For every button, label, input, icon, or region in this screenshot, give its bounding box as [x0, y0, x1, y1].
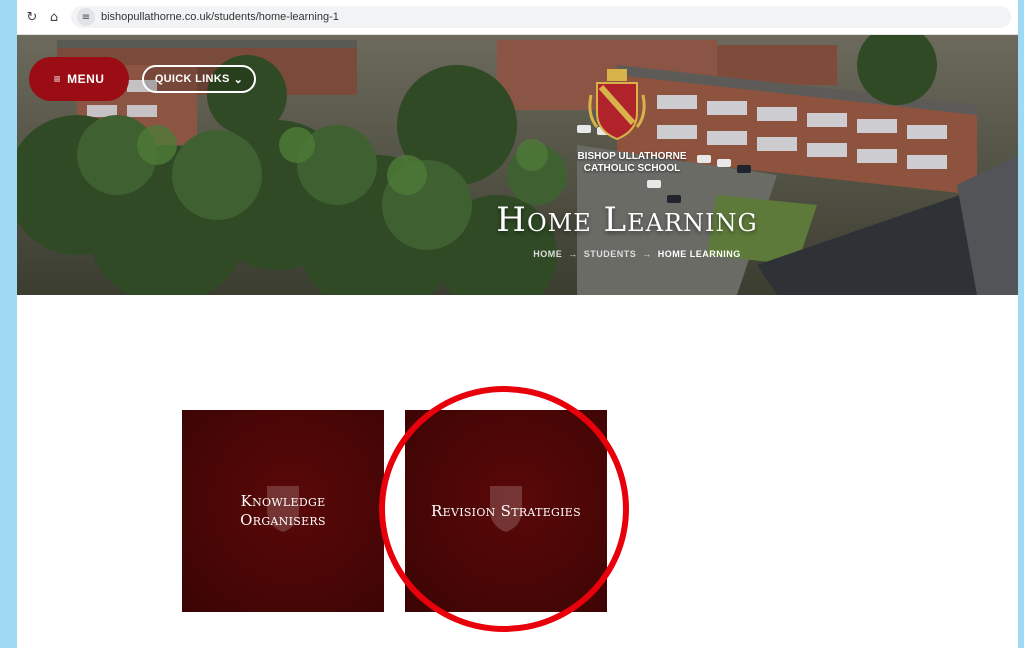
hero-banner: ≡ MENU QUICK LINKS ⌄ BISHOP ULLATHORNE C… [17, 35, 1018, 295]
url-text[interactable]: bishopullathorne.co.uk/students/home-lea… [101, 11, 339, 23]
breadcrumb-students[interactable]: STUDENTS [584, 249, 637, 259]
site-settings-icon[interactable]: ≡ [77, 8, 95, 26]
arrow-right-icon: → [642, 249, 652, 259]
breadcrumb-home[interactable]: HOME [533, 249, 562, 259]
school-crest-logo [588, 69, 646, 141]
arrow-right-icon: → [568, 249, 578, 259]
home-icon[interactable]: ⌂ [45, 8, 63, 26]
school-name-line-1: BISHOP ULLATHORNE [577, 151, 687, 162]
quick-links-button[interactable]: QUICK LINKS ⌄ [142, 65, 256, 93]
hamburger-icon: ≡ [53, 72, 62, 86]
menu-button[interactable]: ≡ MENU [29, 57, 129, 101]
browser-toolbar: ↻ ⌂ ≡ bishopullathorne.co.uk/students/ho… [17, 0, 1018, 35]
web-page: ↻ ⌂ ≡ bishopullathorne.co.uk/students/ho… [17, 0, 1018, 648]
tile-label-line-2: Organisers [240, 511, 326, 529]
menu-label: MENU [67, 72, 105, 86]
revision-strategies-tile[interactable]: Revision Strategies [405, 410, 607, 612]
breadcrumb-current: HOME LEARNING [657, 249, 741, 259]
page-title: Home Learning [496, 200, 758, 240]
knowledge-organisers-label: Knowledge Organisers [240, 492, 326, 530]
school-name: BISHOP ULLATHORNE CATHOLIC SCHOOL [537, 151, 727, 175]
reload-icon[interactable]: ↻ [23, 8, 41, 26]
school-name-line-2: CATHOLIC SCHOOL [583, 163, 681, 174]
address-bar[interactable]: ≡ bishopullathorne.co.uk/students/home-l… [71, 6, 1011, 28]
chevron-down-icon: ⌄ [233, 73, 244, 86]
breadcrumb: HOME → STUDENTS → HOME LEARNING [487, 249, 787, 259]
knowledge-organisers-tile[interactable]: Knowledge Organisers [182, 410, 384, 612]
tile-label-line-1: Knowledge [240, 492, 326, 510]
quick-links-label: QUICK LINKS [154, 73, 230, 85]
revision-strategies-label: Revision Strategies [431, 501, 581, 520]
